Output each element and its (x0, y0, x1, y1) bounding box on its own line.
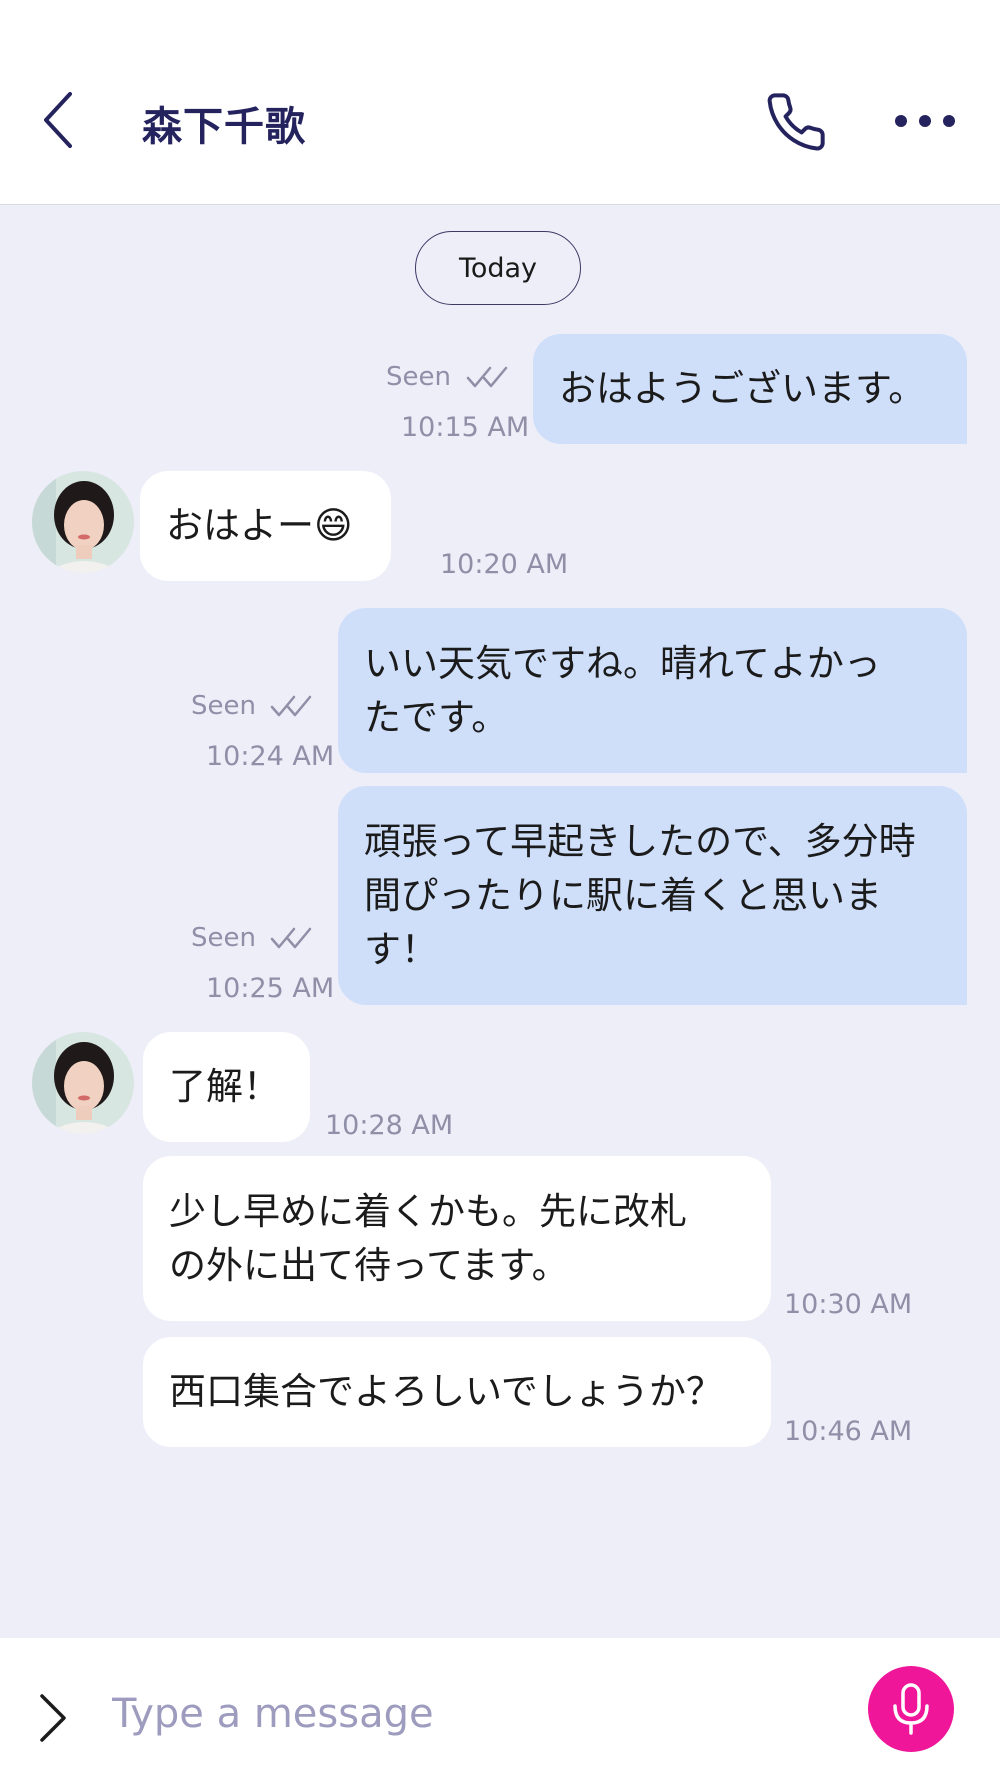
chat-header: 森下千歌 (0, 0, 1000, 205)
double-check-icon (270, 695, 312, 717)
more-horizontal-icon (895, 115, 955, 127)
message-line: いい天気ですね。晴れてよかっ (364, 641, 881, 685)
date-divider: Today (415, 231, 581, 305)
message-text: 了解！ (169, 1065, 280, 1108)
message-line: の外に出て待ってます。 (169, 1243, 569, 1287)
message-line: す！ (364, 927, 438, 971)
contact-name[interactable]: 森下千歌 (142, 94, 306, 152)
message-text: おはようございます。 (559, 367, 926, 410)
microphone-icon (893, 1683, 929, 1735)
avatar-image (32, 471, 134, 573)
message-line: 間ぴったりに駅に着くと思いま (364, 873, 882, 917)
back-button[interactable] (36, 88, 84, 152)
message-time: 10:30 AM (784, 1289, 913, 1320)
chevron-right-icon (40, 1694, 66, 1742)
message-line: たです。 (364, 695, 509, 739)
incoming-message[interactable]: 了解！ (143, 1032, 310, 1142)
message-line: 頑張って早起きしたので、多分時 (364, 819, 916, 863)
double-check-icon (466, 366, 508, 388)
message-text: おはよー😄 (166, 504, 353, 547)
seen-status: Seen (191, 923, 256, 953)
outgoing-message[interactable]: いい天気ですね。晴れてよかっ たです。 (338, 608, 967, 773)
message-time: 10:15 AM (401, 412, 530, 443)
outgoing-message[interactable]: 頑張って早起きしたので、多分時 間ぴったりに駅に着くと思いま す！ (338, 786, 967, 1005)
message-time: 10:25 AM (206, 973, 335, 1004)
message-time: 10:20 AM (440, 549, 569, 580)
message-input[interactable] (110, 1678, 714, 1750)
incoming-message[interactable]: 西口集合でよろしいでしょうか？ (143, 1337, 771, 1447)
message-text: 西口集合でよろしいでしょうか？ (169, 1370, 723, 1413)
message-time: 10:28 AM (325, 1110, 454, 1141)
message-text: 少し早めに着くかも。先に改札 の外に出て待ってます。 (169, 1185, 687, 1293)
double-check-icon (270, 927, 312, 949)
message-time: 10:46 AM (784, 1416, 913, 1447)
chevron-left-icon (44, 92, 72, 148)
seen-status: Seen (386, 362, 451, 392)
incoming-message[interactable]: 少し早めに着くかも。先に改札 の外に出て待ってます。 (143, 1156, 771, 1321)
message-text: いい天気ですね。晴れてよかっ たです。 (364, 637, 881, 745)
message-composer (0, 1638, 1000, 1778)
expand-button[interactable] (36, 1690, 70, 1746)
message-text: 頑張って早起きしたので、多分時 間ぴったりに駅に着くと思いま す！ (364, 815, 916, 977)
call-button[interactable] (764, 90, 828, 154)
avatar[interactable] (32, 471, 134, 573)
avatar-image (32, 1032, 134, 1134)
incoming-message[interactable]: おはよー😄 (140, 471, 391, 581)
voice-message-button[interactable] (868, 1666, 954, 1752)
message-time: 10:24 AM (206, 741, 335, 772)
message-line: 少し早めに着くかも。先に改札 (169, 1189, 687, 1233)
seen-status: Seen (191, 691, 256, 721)
outgoing-message[interactable]: おはようございます。 (533, 334, 967, 444)
avatar[interactable] (32, 1032, 134, 1134)
phone-icon (767, 93, 825, 151)
more-options-button[interactable] (893, 106, 957, 136)
